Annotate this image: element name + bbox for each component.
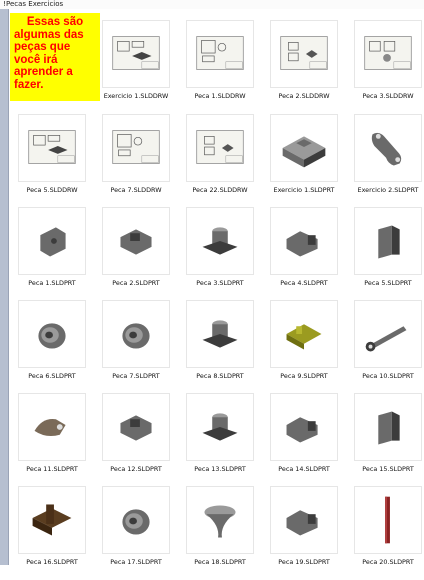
- file-name-label: Peca 6.SLDPRT: [28, 372, 76, 380]
- file-name-label: Exercicio 1.SLDPRT: [273, 186, 335, 194]
- pulley-part-icon: [102, 486, 170, 554]
- file-name-label: Peca 2.SLDPRT: [112, 279, 160, 287]
- drawing-thumbnail-icon: [102, 114, 170, 182]
- file-item[interactable]: Peca 8.SLDPRT: [178, 300, 262, 394]
- wrench-part-icon: [354, 300, 422, 368]
- note-line: aprender a: [14, 66, 73, 78]
- file-item[interactable]: Peca 14.SLDPRT: [262, 393, 346, 487]
- file-name-label: Exercicio 2.SLDPRT: [357, 186, 419, 194]
- block-part-icon: [270, 114, 338, 182]
- pulley-part-icon: [102, 300, 170, 368]
- file-item[interactable]: Peca 12.SLDPRT: [94, 393, 178, 487]
- bracket-part-icon: [354, 114, 422, 182]
- file-name-label: Peca 22.SLDDRW: [192, 186, 248, 194]
- file-item[interactable]: Peca 1.SLDDRW: [178, 20, 262, 114]
- note-line: Essas são: [26, 16, 84, 28]
- part-thumbnail-icon: [270, 486, 338, 554]
- note-line: algumas das: [14, 28, 84, 41]
- file-name-label: Peca 3.SLDDRW: [362, 92, 414, 100]
- funnel-part-icon: [186, 486, 254, 554]
- file-name-label: Peca 10.SLDPRT: [362, 372, 414, 380]
- drawing-thumbnail-icon: [186, 114, 254, 182]
- part-thumbnail-icon: [354, 393, 422, 461]
- file-item[interactable]: Peca 1.SLDPRT: [10, 207, 94, 301]
- file-item[interactable]: Peca 13.SLDPRT: [178, 393, 262, 487]
- file-name-label: Peca 7.SLDDRW: [110, 186, 162, 194]
- window-title: Pecas Exercicios: [6, 0, 64, 8]
- file-item[interactable]: Peca 17.SLDPRT: [94, 486, 178, 580]
- file-item[interactable]: Peca 7.SLDDRW: [94, 114, 178, 208]
- file-item[interactable]: Peca 2.SLDDRW: [262, 20, 346, 114]
- file-item[interactable]: Peca 11.SLDPRT: [10, 393, 94, 487]
- file-name-label: Peca 5.SLDPRT: [364, 279, 412, 287]
- file-item[interactable]: Peca 19.SLDPRT: [262, 486, 346, 580]
- file-name-label: Peca 14.SLDPRT: [278, 465, 330, 473]
- file-item[interactable]: Exercicio 1.SLDPRT: [262, 114, 346, 208]
- part-thumbnail-icon: [354, 207, 422, 275]
- navigation-pane-edge: [0, 9, 9, 565]
- file-item[interactable]: Peca 5.SLDDRW: [10, 114, 94, 208]
- file-item[interactable]: Peca 20.SLDPRT: [346, 486, 424, 580]
- window-title-bar: ! Pecas Exercicios: [0, 0, 424, 9]
- file-item[interactable]: Peca 4.SLDPRT: [262, 207, 346, 301]
- file-item[interactable]: Exercicio 1.SLDDRW: [94, 20, 178, 114]
- part-thumbnail-icon: [18, 393, 86, 461]
- file-item[interactable]: Peca 16.SLDPRT: [10, 486, 94, 580]
- part-thumbnail-icon: [18, 207, 86, 275]
- file-name-label: Peca 12.SLDPRT: [110, 465, 162, 473]
- instruction-note: Essas são algumas das peças que você irá…: [10, 13, 100, 101]
- drawing-thumbnail-icon: [102, 20, 170, 88]
- drawing-thumbnail-icon: [186, 20, 254, 88]
- file-name-label: Exercicio 1.SLDDRW: [103, 92, 169, 100]
- part-thumbnail-icon: [186, 300, 254, 368]
- rod-part-icon: [354, 486, 422, 554]
- part-thumbnail-icon: [270, 300, 338, 368]
- file-name-label: Peca 15.SLDPRT: [362, 465, 414, 473]
- drawing-thumbnail-icon: [354, 20, 422, 88]
- file-name-label: Peca 1.SLDDRW: [194, 92, 246, 100]
- file-item[interactable]: Peca 22.SLDDRW: [178, 114, 262, 208]
- drawing-thumbnail-icon: [18, 114, 86, 182]
- part-thumbnail-icon: [186, 393, 254, 461]
- part-thumbnail-icon: [102, 207, 170, 275]
- drawing-thumbnail-icon: [270, 20, 338, 88]
- pulley-part-icon: [18, 300, 86, 368]
- part-thumbnail-icon: [270, 207, 338, 275]
- file-item[interactable]: Peca 9.SLDPRT: [262, 300, 346, 394]
- file-name-label: Peca 7.SLDPRT: [112, 372, 160, 380]
- file-name-label: Peca 13.SLDPRT: [194, 465, 246, 473]
- file-name-label: Peca 3.SLDPRT: [196, 279, 244, 287]
- part-thumbnail-icon: [186, 207, 254, 275]
- file-item[interactable]: Peca 15.SLDPRT: [346, 393, 424, 487]
- note-line: peças que: [14, 41, 71, 53]
- file-name-label: Peca 5.SLDDRW: [26, 186, 78, 194]
- file-item[interactable]: Peca 2.SLDPRT: [94, 207, 178, 301]
- note-line: você irá: [14, 53, 58, 66]
- file-name-label: Peca 11.SLDPRT: [26, 465, 78, 473]
- part-thumbnail-icon: [102, 393, 170, 461]
- file-name-label: Peca 1.SLDPRT: [28, 279, 76, 287]
- file-item[interactable]: Exercicio 2.SLDPRT: [346, 114, 424, 208]
- file-item[interactable]: Peca 5.SLDPRT: [346, 207, 424, 301]
- part-thumbnail-icon: [270, 393, 338, 461]
- file-item[interactable]: Peca 6.SLDPRT: [10, 300, 94, 394]
- file-item[interactable]: Peca 10.SLDPRT: [346, 300, 424, 394]
- file-name-label: Peca 9.SLDPRT: [280, 372, 328, 380]
- file-name-label: Peca 8.SLDPRT: [196, 372, 244, 380]
- file-item[interactable]: Peca 3.SLDDRW: [346, 20, 424, 114]
- part-thumbnail-icon: [18, 486, 86, 554]
- file-name-label: Peca 2.SLDDRW: [278, 92, 330, 100]
- note-line: fazer.: [14, 78, 44, 91]
- file-item[interactable]: Peca 3.SLDPRT: [178, 207, 262, 301]
- file-name-label: Peca 4.SLDPRT: [280, 279, 328, 287]
- file-item[interactable]: Peca 7.SLDPRT: [94, 300, 178, 394]
- file-item[interactable]: Peca 18.SLDPRT: [178, 486, 262, 580]
